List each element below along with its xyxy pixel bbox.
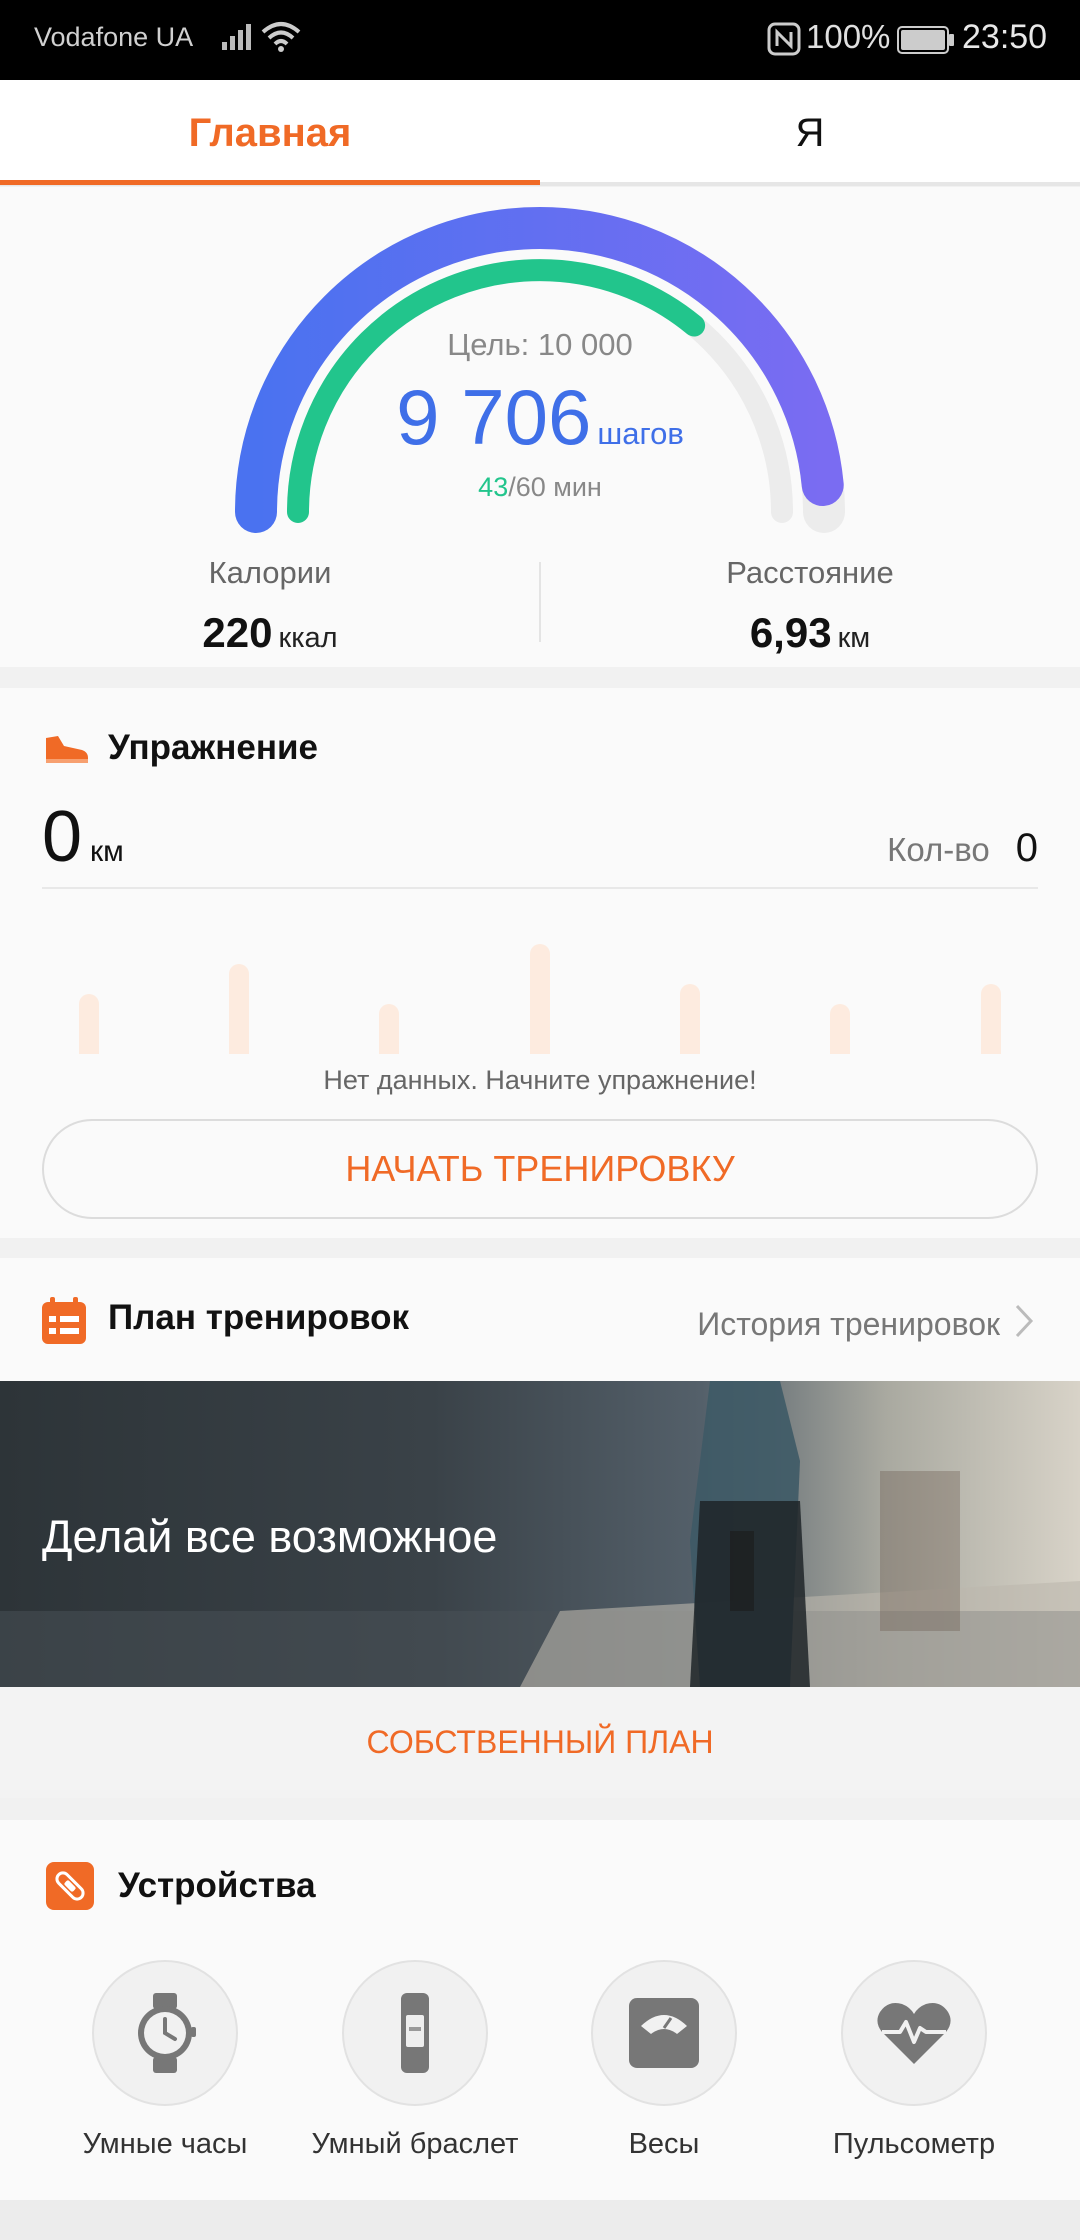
heart-rate-icon — [877, 2003, 951, 2064]
exercise-count-value: 0 — [1015, 826, 1038, 870]
exercise-count-label: Кол-во — [887, 831, 990, 868]
carrier-name: Vodafone UA — [34, 22, 194, 52]
exercise-card: Упражнение 0 км Кол-во 0 Нет данных. Начни… — [0, 688, 1080, 1238]
training-history-link[interactable]: История тренировок — [697, 1306, 1000, 1343]
distance-label: Расстояние — [726, 555, 894, 590]
exercise-distance-unit: км — [90, 835, 124, 868]
device-heart-rate[interactable]: Пульсометр — [789, 1960, 1039, 2161]
device-label: Умный браслет — [311, 2128, 519, 2160]
calories-label: Калории — [208, 555, 332, 590]
active-minutes: 43/60 мин — [0, 472, 1080, 503]
calendar-icon — [42, 1297, 86, 1344]
clock: 23:50 — [962, 18, 1048, 56]
tab-bar: Главная Я — [0, 80, 1080, 186]
status-bar: Vodafone UA 100% 23:50 — [0, 0, 1080, 80]
tab-me[interactable]: Я — [540, 80, 1080, 186]
calories-stat: Калории 220 ккал — [0, 555, 540, 657]
placeholder-bar — [830, 1004, 850, 1054]
active-minutes-done: 43 — [478, 472, 509, 502]
devices-title: Устройства — [118, 1866, 316, 1905]
active-tab-indicator — [0, 180, 540, 185]
placeholder-bar — [229, 964, 249, 1054]
device-scale[interactable]: Весы — [539, 1960, 789, 2161]
tab-home[interactable]: Главная — [0, 80, 540, 186]
next-card-peek — [0, 2200, 1080, 2240]
steps-count: 9 706 — [396, 373, 592, 461]
training-banner[interactable]: Делай все возможное — [0, 1381, 1080, 1687]
battery-icon — [897, 26, 954, 54]
device-circle — [342, 1960, 488, 2106]
device-band[interactable]: Умный браслет — [290, 1960, 540, 2161]
own-plan-button[interactable]: СОБСТВЕННЫЙ ПЛАН — [0, 1687, 1080, 1798]
devices-card: Устройства Умные часы Умный браслет Весы… — [0, 1820, 1080, 2200]
devices-icon — [46, 1862, 94, 1910]
nfc-icon — [767, 22, 801, 56]
steps-count-line: 9 706 шагов — [0, 372, 1080, 463]
calories-unit: ккал — [278, 622, 338, 654]
device-label: Весы — [628, 2128, 700, 2160]
placeholder-bar — [79, 994, 99, 1054]
device-circle — [92, 1960, 238, 2106]
calories-value: 220 — [202, 609, 273, 656]
divider — [42, 887, 1038, 889]
training-plan-card: План тренировок История тренировок Делай… — [0, 1258, 1080, 1798]
active-minutes-goal: /60 мин — [508, 472, 602, 502]
steps-goal: Цель: 10 000 — [447, 327, 633, 362]
device-smartwatch[interactable]: Умные часы — [40, 1960, 290, 2161]
signal-icon — [222, 24, 251, 50]
device-label: Пульсометр — [832, 2128, 996, 2160]
training-plan-title: План тренировок — [108, 1298, 410, 1337]
exercise-count: Кол-во 0 — [887, 826, 1038, 871]
device-circle — [591, 1960, 737, 2106]
device-circle — [841, 1960, 987, 2106]
battery-percent: 100% — [806, 18, 891, 55]
placeholder-bar — [981, 984, 1001, 1054]
smartwatch-icon — [138, 1993, 196, 2073]
band-icon — [401, 1993, 429, 2073]
placeholder-bar — [379, 1004, 399, 1054]
distance-stat: Расстояние 6,93 км — [540, 555, 1080, 657]
placeholder-bar — [530, 944, 550, 1054]
exercise-distance: 0 км — [42, 796, 124, 878]
steps-unit: шагов — [597, 416, 684, 451]
start-workout-button[interactable]: НАЧАТЬ ТРЕНИРОВКУ — [42, 1119, 1038, 1219]
device-label: Умные часы — [82, 2128, 248, 2160]
distance-value: 6,93 — [749, 609, 832, 656]
wifi-icon — [261, 22, 301, 52]
no-data-message: Нет данных. Начните упражнение! — [323, 1065, 757, 1095]
steps-card[interactable]: Цель: 10 000 9 706 шагов 43/60 мин Калори… — [0, 187, 1080, 667]
exercise-distance-value: 0 — [42, 797, 83, 877]
chevron-right-icon[interactable] — [1014, 1303, 1034, 1339]
banner-text: Делай все возможное — [42, 1511, 498, 1562]
scale-icon — [629, 1998, 699, 2068]
placeholder-bar — [680, 984, 700, 1054]
distance-unit: км — [837, 622, 871, 654]
sneaker-icon — [46, 736, 88, 763]
exercise-title: Упражнение — [108, 728, 318, 767]
